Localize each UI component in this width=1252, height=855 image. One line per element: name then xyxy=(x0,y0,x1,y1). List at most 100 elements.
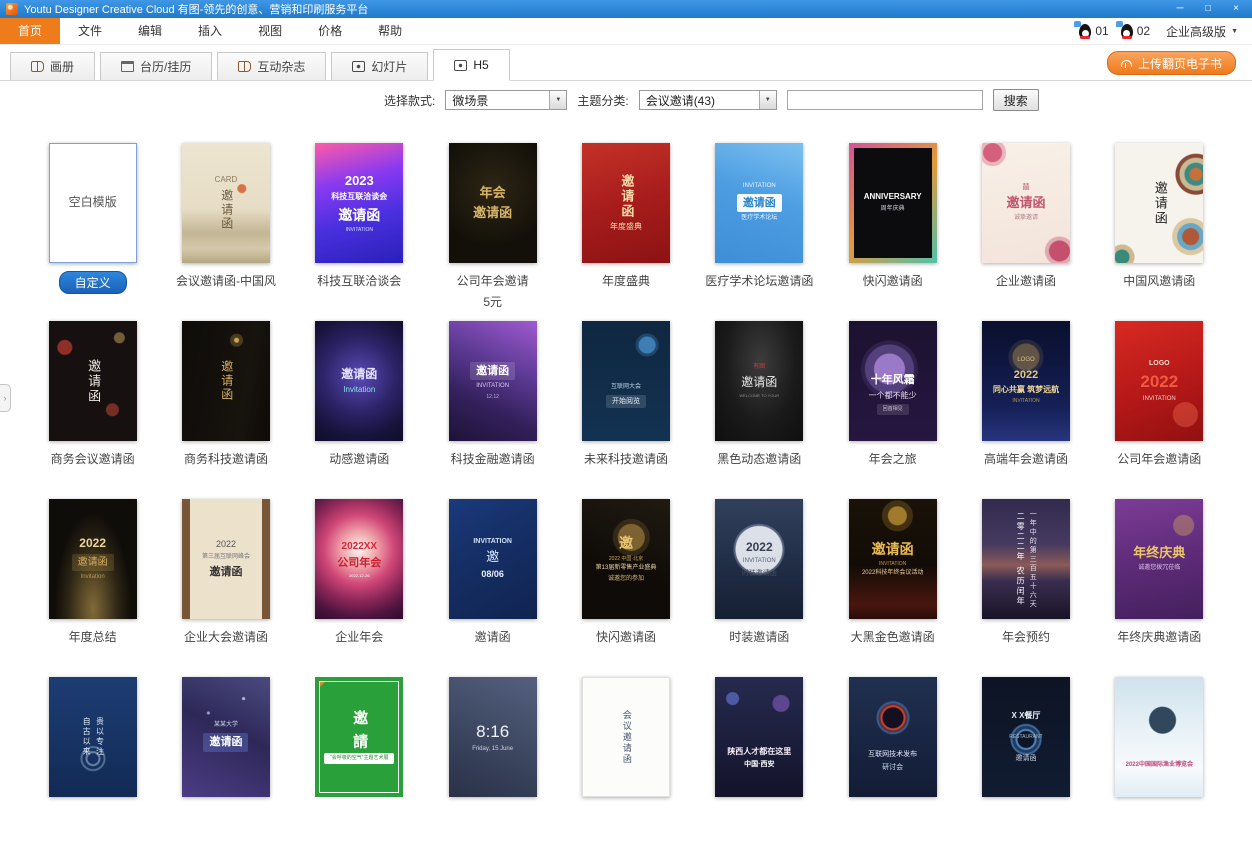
template-thumbnail[interactable]: X X餐厅RESTAURANT邀请函 xyxy=(982,677,1070,797)
template-thumbnail[interactable]: 邀 請“会呼吸的空气”主题艺术展 xyxy=(315,677,403,797)
template-thumbnail[interactable]: 邀请函 xyxy=(49,321,137,441)
template-thumbnail[interactable]: INVITATION邀请函医疗学术论坛 xyxy=(715,143,803,263)
plan-dropdown[interactable]: 企业高级版 ▼ xyxy=(1166,23,1238,40)
template-thumbnail[interactable]: 互联网大会开始阅览 xyxy=(582,321,670,441)
template-card[interactable]: X X餐厅RESTAURANT邀请函 xyxy=(982,677,1070,797)
category-select[interactable]: 会议邀请(43) ▼ xyxy=(639,90,777,110)
template-thumbnail[interactable]: 邀请函Invitation xyxy=(315,321,403,441)
menu-item-4[interactable]: 视图 xyxy=(240,18,300,44)
template-card[interactable]: 2022XX公司年会2022-12-26企业年会 xyxy=(315,499,403,645)
template-thumbnail[interactable]: 2022邀请函Invitation xyxy=(49,499,137,619)
template-card[interactable]: 2023科技互联洽谈会邀请函INVITATION科技互联洽谈会 xyxy=(315,143,403,289)
template-thumbnail[interactable]: 二零二二年 农历闰年一年中的第三百五十六天 xyxy=(982,499,1070,619)
template-thumbnail[interactable]: 年会邀请函 xyxy=(449,143,537,263)
template-card[interactable]: CARD邀请函会议邀请函-中国风 xyxy=(176,143,276,289)
menu-item-2[interactable]: 编辑 xyxy=(120,18,180,44)
template-thumbnail[interactable]: 邀请函 xyxy=(1115,143,1203,263)
template-thumbnail[interactable]: 十年风霜一个都不能少回首相见 xyxy=(849,321,937,441)
template-card[interactable]: 囍邀请函诚挚邀请企业邀请函 xyxy=(982,143,1070,289)
template-thumbnail[interactable]: 有图邀请函WELCOME TO YOUR xyxy=(715,321,803,441)
template-thumbnail[interactable]: ANNIVERSARY周年庆典 xyxy=(849,143,937,263)
template-card[interactable]: 陕西人才都在这里中国·西安 xyxy=(715,677,803,797)
template-thumbnail[interactable]: 会议邀请函 xyxy=(582,677,670,797)
template-card[interactable]: INVITATION邀请函医疗学术论坛医疗学术论坛邀请函 xyxy=(705,143,813,289)
template-thumbnail[interactable]: 自古以来贵以专注 xyxy=(49,677,137,797)
template-thumbnail[interactable]: 邀请函INVITATION12.12 xyxy=(449,321,537,441)
tab-magazine[interactable]: 互动杂志 xyxy=(217,52,326,81)
template-card[interactable]: 空白模版自定义 xyxy=(49,143,137,294)
template-card[interactable]: 互联网大会开始阅览未来科技邀请函 xyxy=(582,321,670,467)
template-thumbnail[interactable]: 2022INVITATION时装邀请函 xyxy=(715,499,803,619)
template-thumbnail[interactable]: LOGO2022同心共赢 筑梦远航INVITATION xyxy=(982,321,1070,441)
tab-label: 台历/挂历 xyxy=(140,58,191,75)
template-card[interactable]: 2022邀请函Invitation年度总结 xyxy=(49,499,137,645)
thumbnail-text: 2022 xyxy=(79,536,106,552)
template-card[interactable]: 邀请函年度盛典年度盛典 xyxy=(582,143,670,289)
template-card[interactable]: INVITATION邀08/06邀请函 xyxy=(449,499,537,645)
template-thumbnail[interactable]: CARD邀请函 xyxy=(182,143,270,263)
search-input[interactable] xyxy=(787,90,983,110)
template-card[interactable]: 8:16Friday, 15 June xyxy=(449,677,537,797)
tab-slides[interactable]: 幻灯片 xyxy=(331,52,428,81)
template-thumbnail[interactable]: 某某大学邀请函 xyxy=(182,677,270,797)
template-thumbnail[interactable]: LOGO2022INVITATION xyxy=(1115,321,1203,441)
template-thumbnail[interactable]: 互联网技术发布研讨会 xyxy=(849,677,937,797)
template-card[interactable]: LOGO2022同心共赢 筑梦远航INVITATION高端年会邀请函 xyxy=(982,321,1070,467)
template-card[interactable]: 会议邀请函 xyxy=(582,677,670,797)
style-select[interactable]: 微场景 ▼ xyxy=(445,90,567,110)
left-panel-handle[interactable]: › xyxy=(0,384,11,412)
template-card[interactable]: 某某大学邀请函 xyxy=(182,677,270,797)
upload-ebook-button[interactable]: 上传翻页电子书 xyxy=(1107,51,1236,75)
template-thumbnail[interactable]: 2023科技互联洽谈会邀请函INVITATION xyxy=(315,143,403,263)
template-card[interactable]: 邀2022 中国·北京第13届新零售产业盛典诚邀您的参加快闪邀请函 xyxy=(582,499,670,645)
template-card[interactable]: 邀请函INVITATION2022科技年终会议活动大黑金色邀请函 xyxy=(849,499,937,645)
template-card[interactable]: 邀请函中国风邀请函 xyxy=(1115,143,1203,289)
template-card[interactable]: 2022INVITATION时装邀请函时装邀请函 xyxy=(715,499,803,645)
template-thumbnail[interactable]: 囍邀请函诚挚邀请 xyxy=(982,143,1070,263)
tab-h5[interactable]: H5 xyxy=(433,49,509,81)
template-card[interactable]: 年会邀请函公司年会邀请5元 xyxy=(449,143,537,310)
template-card[interactable]: 邀请函商务科技邀请函 xyxy=(182,321,270,467)
template-thumbnail[interactable]: 2022第三届互联网峰会邀请函 xyxy=(182,499,270,619)
template-thumbnail[interactable]: 邀请函 xyxy=(182,321,270,441)
template-thumbnail[interactable]: INVITATION邀08/06 xyxy=(449,499,537,619)
menu-item-5[interactable]: 价格 xyxy=(300,18,360,44)
template-card[interactable]: 二零二二年 农历闰年一年中的第三百五十六天年会预约 xyxy=(982,499,1070,645)
maximize-button[interactable]: □ xyxy=(1196,2,1220,17)
template-card[interactable]: 自古以来贵以专注 xyxy=(49,677,137,797)
template-card[interactable]: 有图邀请函WELCOME TO YOUR黑色动态邀请函 xyxy=(715,321,803,467)
template-card[interactable]: 邀请函商务会议邀请函 xyxy=(49,321,137,467)
template-card[interactable]: 年终庆典诚邀您拨冗莅临年终庆典邀请函 xyxy=(1115,499,1203,645)
template-card[interactable]: ANNIVERSARY周年庆典快闪邀请函 xyxy=(849,143,937,289)
template-thumbnail[interactable]: 邀2022 中国·北京第13届新零售产业盛典诚邀您的参加 xyxy=(582,499,670,619)
qq-account[interactable]: 01 xyxy=(1079,24,1108,39)
template-thumbnail[interactable]: 陕西人才都在这里中国·西安 xyxy=(715,677,803,797)
template-card[interactable]: LOGO2022INVITATION公司年会邀请函 xyxy=(1115,321,1203,467)
template-card[interactable]: 2022第三届互联网峰会邀请函企业大会邀请函 xyxy=(182,499,270,645)
template-card[interactable]: 邀请函Invitation动感邀请函 xyxy=(315,321,403,467)
menu-item-6[interactable]: 帮助 xyxy=(360,18,420,44)
qq-account[interactable]: 02 xyxy=(1121,24,1150,39)
template-card[interactable]: 互联网技术发布研讨会 xyxy=(849,677,937,797)
menu-item-1[interactable]: 文件 xyxy=(60,18,120,44)
template-card[interactable]: 十年风霜一个都不能少回首相见年会之旅 xyxy=(849,321,937,467)
customize-button[interactable]: 自定义 xyxy=(59,271,127,294)
tab-album[interactable]: 画册 xyxy=(10,52,95,81)
template-thumbnail[interactable]: 8:16Friday, 15 June xyxy=(449,677,537,797)
template-thumbnail[interactable]: 2022XX公司年会2022-12-26 xyxy=(315,499,403,619)
template-card[interactable]: 2022中国国际渔业博览会 xyxy=(1115,677,1203,797)
template-card[interactable]: 邀请函INVITATION12.12科技金融邀请函 xyxy=(449,321,537,467)
close-button[interactable]: × xyxy=(1224,2,1248,17)
tab-calendar[interactable]: 台历/挂历 xyxy=(100,52,212,81)
search-button[interactable]: 搜索 xyxy=(993,89,1039,111)
template-thumbnail[interactable]: 邀请函INVITATION2022科技年终会议活动 xyxy=(849,499,937,619)
account-label: 02 xyxy=(1137,24,1150,38)
blank-template-thumbnail[interactable]: 空白模版 xyxy=(49,143,137,263)
minimize-button[interactable]: ─ xyxy=(1168,2,1192,17)
menu-item-3[interactable]: 插入 xyxy=(180,18,240,44)
template-card[interactable]: 邀 請“会呼吸的空气”主题艺术展 xyxy=(315,677,403,797)
menu-item-0[interactable]: 首页 xyxy=(0,18,60,44)
template-thumbnail[interactable]: 邀请函年度盛典 xyxy=(582,143,670,263)
template-thumbnail[interactable]: 2022中国国际渔业博览会 xyxy=(1115,677,1203,797)
template-thumbnail[interactable]: 年终庆典诚邀您拨冗莅临 xyxy=(1115,499,1203,619)
